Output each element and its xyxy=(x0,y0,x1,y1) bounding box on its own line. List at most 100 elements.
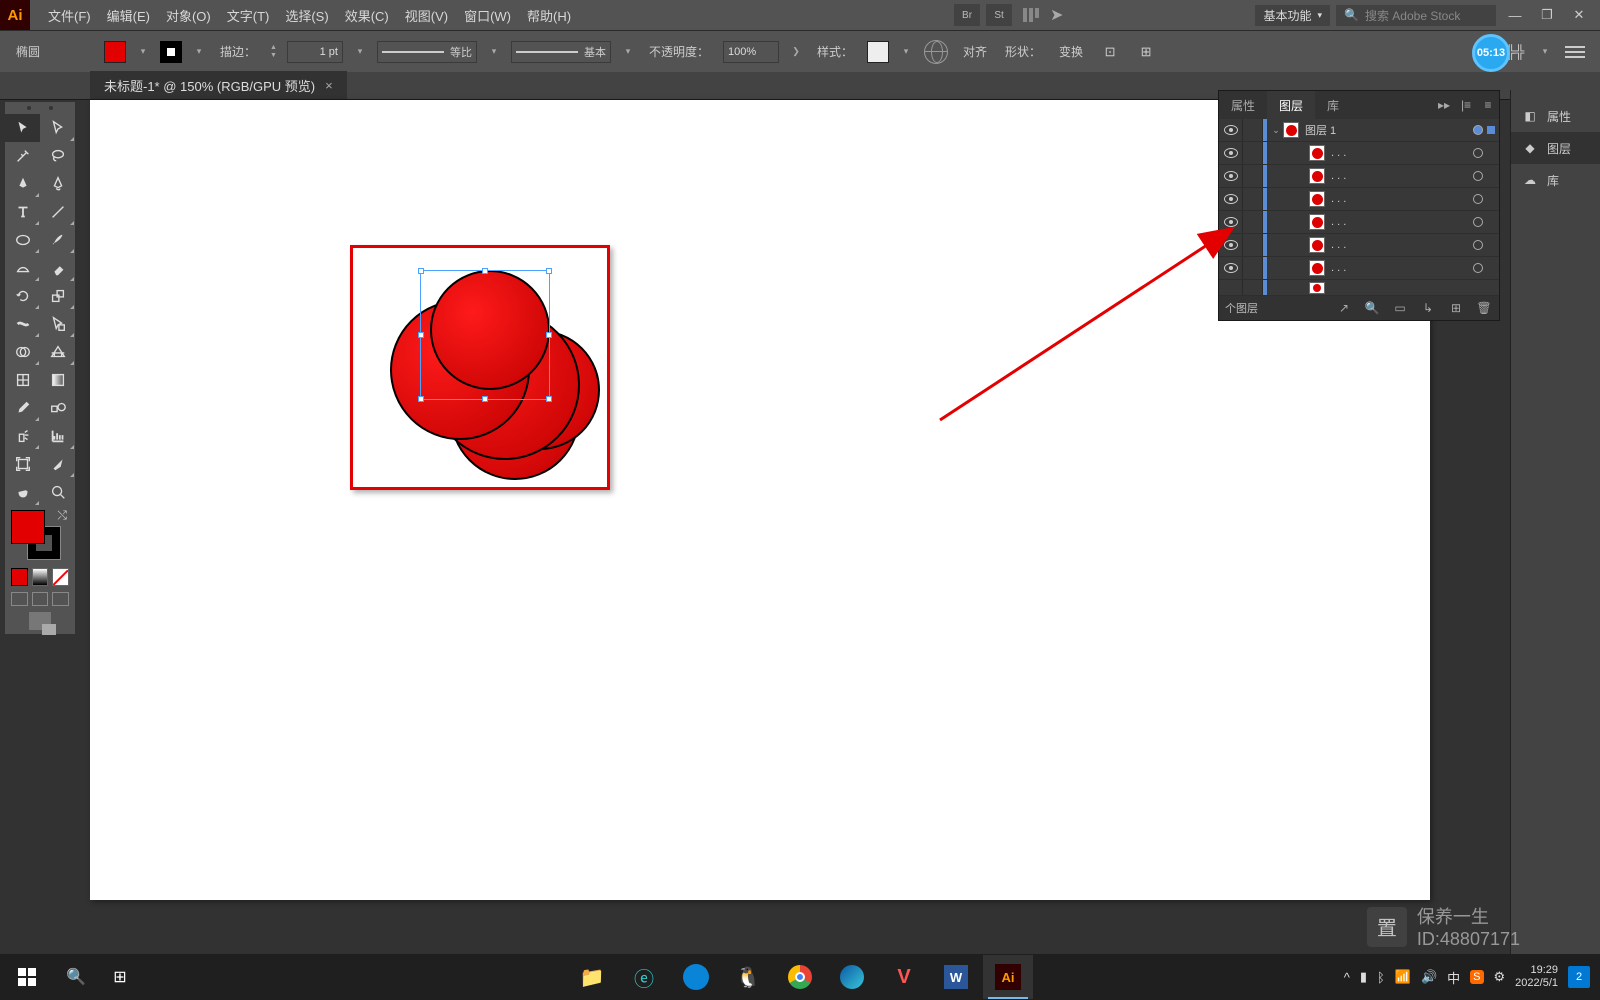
fill-dd[interactable]: ▾ xyxy=(136,41,150,63)
start-button[interactable] xyxy=(0,954,54,1000)
select-indicator[interactable] xyxy=(1487,126,1495,134)
target-icon[interactable] xyxy=(1469,263,1487,273)
taskbar-qq[interactable]: 🐧 xyxy=(723,955,773,999)
hand-tool[interactable] xyxy=(5,478,40,506)
artboard-tool[interactable] xyxy=(5,450,40,478)
workspace-selector[interactable]: 基本功能▾ xyxy=(1255,5,1330,26)
isolate-icon[interactable]: ⊡ xyxy=(1097,39,1123,65)
tray-ime[interactable]: 中 xyxy=(1447,968,1460,987)
shaper-tool[interactable] xyxy=(5,254,40,282)
color-mode[interactable] xyxy=(11,568,28,586)
direct-selection-tool[interactable] xyxy=(40,114,75,142)
graphic-style-swatch[interactable] xyxy=(867,41,889,63)
collapse-icon[interactable]: ▸▸ xyxy=(1433,98,1455,112)
magic-wand-tool[interactable] xyxy=(5,142,40,170)
scale-tool[interactable] xyxy=(40,282,75,310)
layer-name[interactable]: . . . xyxy=(1331,193,1469,205)
transform-label[interactable]: 变换 xyxy=(1055,43,1087,60)
target-icon[interactable] xyxy=(1469,171,1487,181)
gradient-mode[interactable] xyxy=(32,568,49,586)
expand-icon[interactable]: ⌄ xyxy=(1269,125,1283,136)
tray-settings-icon[interactable]: ⚙ xyxy=(1494,969,1506,985)
menu-object[interactable]: 对象(O) xyxy=(158,6,219,25)
visibility-toggle[interactable] xyxy=(1219,211,1243,233)
slice-tool[interactable] xyxy=(40,450,75,478)
taskbar-search-icon[interactable]: 🔍 xyxy=(54,954,98,1000)
tab-library[interactable]: 库 xyxy=(1315,91,1351,119)
width-tool[interactable] xyxy=(5,310,40,338)
panel-menu-icon[interactable]: ≡ xyxy=(1477,98,1499,112)
fill-stroke-control[interactable]: ⤭ xyxy=(5,506,75,564)
stroke-weight-input[interactable]: 1 pt xyxy=(287,41,343,63)
dock-icon[interactable]: |≡ xyxy=(1455,98,1477,112)
perspective-tool[interactable] xyxy=(40,338,75,366)
draw-behind[interactable] xyxy=(32,592,49,606)
curvature-tool[interactable] xyxy=(40,170,75,198)
panel-menu-icon[interactable] xyxy=(1562,39,1588,65)
minimize-button[interactable]: — xyxy=(1502,5,1528,25)
zoom-tool[interactable] xyxy=(40,478,75,506)
bridge-icon[interactable]: Br xyxy=(954,4,980,26)
sublayer-row[interactable]: . . . xyxy=(1219,211,1499,234)
target-icon[interactable] xyxy=(1469,240,1487,250)
dock-library[interactable]: ☁库 xyxy=(1511,164,1600,196)
free-transform-tool[interactable] xyxy=(40,310,75,338)
menu-select[interactable]: 选择(S) xyxy=(277,6,336,25)
align-label[interactable]: 对齐 xyxy=(959,43,991,60)
opacity-dd[interactable]: ❯ xyxy=(789,41,803,63)
fill-color[interactable] xyxy=(11,510,45,544)
layer-name[interactable]: . . . xyxy=(1331,216,1469,228)
clip-mask-icon[interactable]: ▭ xyxy=(1391,301,1409,315)
taskbar-explorer[interactable]: 📁 xyxy=(567,955,617,999)
edit-icon[interactable]: ⊞ xyxy=(1133,39,1159,65)
recolor-icon[interactable] xyxy=(923,39,949,65)
style-dd[interactable]: ▾ xyxy=(899,41,913,63)
selection-tool[interactable] xyxy=(5,114,40,142)
prefs-dd[interactable]: ▾ xyxy=(1538,41,1552,63)
doc-tab[interactable]: 未标题-1* @ 150% (RGB/GPU 预览) × xyxy=(90,71,347,99)
menu-view[interactable]: 视图(V) xyxy=(397,6,456,25)
paintbrush-tool[interactable] xyxy=(40,226,75,254)
sublayer-row[interactable]: . . . xyxy=(1219,188,1499,211)
stroke-swatch[interactable] xyxy=(160,41,182,63)
draw-inside[interactable] xyxy=(52,592,69,606)
taskbar-edge[interactable] xyxy=(827,955,877,999)
sublayer-row[interactable]: . . . xyxy=(1219,257,1499,280)
layer-row[interactable]: ⌄ 图层 1 xyxy=(1219,119,1499,142)
taskbar-chrome[interactable] xyxy=(775,955,825,999)
tray-sogou-icon[interactable]: S xyxy=(1470,970,1483,984)
none-mode[interactable] xyxy=(52,568,69,586)
visibility-toggle[interactable] xyxy=(1219,165,1243,187)
dock-layers[interactable]: ◆图层 xyxy=(1511,132,1600,164)
menu-help[interactable]: 帮助(H) xyxy=(519,6,579,25)
tray-clock[interactable]: 19:29 2022/5/1 xyxy=(1515,964,1558,990)
menu-text[interactable]: 文字(T) xyxy=(219,6,278,25)
fill-swatch[interactable] xyxy=(104,41,126,63)
stroke-dd[interactable]: ▾ xyxy=(192,41,206,63)
taskbar-edge-legacy[interactable]: ⓔ xyxy=(619,955,669,999)
sublayer-row[interactable]: . . . xyxy=(1219,142,1499,165)
layer-name[interactable]: . . . xyxy=(1331,262,1469,274)
stroke-w-dd[interactable]: ▾ xyxy=(353,41,367,63)
rotate-tool[interactable] xyxy=(5,282,40,310)
selection-bounds[interactable] xyxy=(420,270,550,400)
visibility-toggle[interactable] xyxy=(1219,142,1243,164)
close-tab-icon[interactable]: × xyxy=(325,78,333,93)
sublayer-row[interactable] xyxy=(1219,280,1499,296)
visibility-toggle[interactable] xyxy=(1219,234,1243,256)
task-view-icon[interactable]: ⊞ xyxy=(98,954,142,1000)
tray-chevron-icon[interactable]: ^ xyxy=(1344,970,1350,985)
shape-label[interactable]: 形状： xyxy=(1001,43,1045,60)
delete-layer-icon[interactable]: 🗑 xyxy=(1475,301,1493,315)
search-layer-icon[interactable]: 🔍 xyxy=(1363,301,1381,315)
search-stock[interactable]: 🔍搜索 Adobe Stock xyxy=(1336,5,1496,26)
graph-tool[interactable] xyxy=(40,422,75,450)
new-layer-icon[interactable]: ⊞ xyxy=(1447,301,1465,315)
gradient-tool[interactable] xyxy=(40,366,75,394)
new-sublayer-icon[interactable]: ↳ xyxy=(1419,301,1437,315)
visibility-toggle[interactable] xyxy=(1219,119,1243,141)
layer-name[interactable]: . . . xyxy=(1331,170,1469,182)
eyedropper-tool[interactable] xyxy=(5,394,40,422)
brush-dd[interactable]: ▾ xyxy=(621,41,635,63)
symbol-sprayer-tool[interactable] xyxy=(5,422,40,450)
